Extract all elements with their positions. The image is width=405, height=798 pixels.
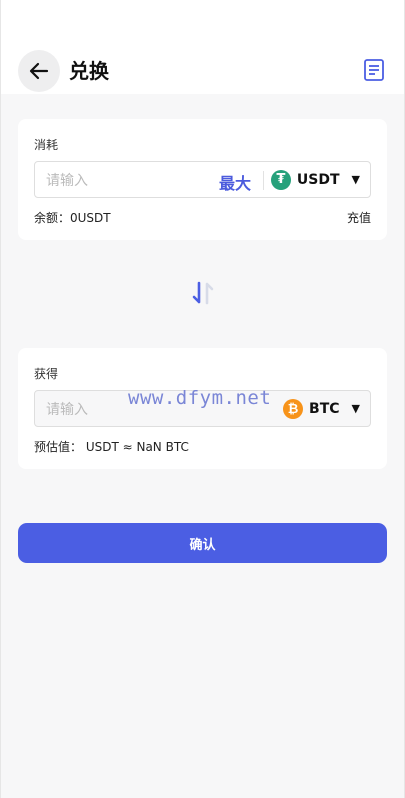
back-button[interactable] [18, 50, 60, 92]
caret-down-icon: ▼ [351, 173, 360, 186]
tether-icon: ₮ [270, 169, 291, 190]
receive-token-select[interactable]: ₿ BTC ▼ [283, 391, 360, 426]
divider [263, 171, 264, 190]
estimate-text: 预估值： USDT ≈ NaN BTC [34, 440, 189, 454]
max-button[interactable]: 最大 [219, 170, 251, 194]
receive-card: 获得 ₿ BTC ▼ www.dfym.net 预估值： USDT ≈ NaN … [18, 348, 387, 469]
pay-token-select[interactable]: ₮ USDT ▼ [270, 162, 360, 197]
header-bar: 兑换 [1, 0, 404, 94]
arrow-left-icon [29, 62, 49, 80]
pay-card: 消耗 最大 ₮ USDT ▼ 余额：0USDT 充值 [18, 119, 387, 240]
pay-label: 消耗 [34, 138, 59, 152]
receive-label: 获得 [34, 367, 59, 381]
bitcoin-icon: ₿ [283, 398, 304, 419]
receive-token-name: BTC [309, 400, 340, 417]
pay-input-box: 最大 ₮ USDT ▼ [34, 161, 371, 199]
caret-down-icon: ▼ [351, 402, 360, 415]
swap-arrows-icon[interactable] [191, 280, 215, 306]
recharge-link[interactable]: 充值 [347, 209, 371, 226]
receive-amount-input[interactable] [44, 391, 208, 428]
record-document-icon[interactable] [364, 59, 384, 81]
pay-token-name: USDT [296, 171, 340, 188]
pay-amount-input[interactable] [44, 162, 208, 199]
page-title: 兑换 [69, 59, 109, 83]
balance-text: 余额：0USDT [34, 211, 111, 225]
confirm-button[interactable]: 确认 [18, 523, 387, 563]
receive-input-box: ₿ BTC ▼ [34, 390, 371, 428]
